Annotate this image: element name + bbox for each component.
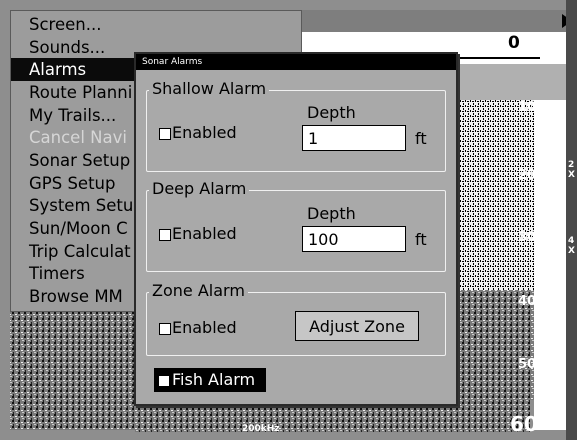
shallow-enabled-checkbox[interactable] bbox=[159, 128, 171, 140]
menu-item-route-planning[interactable]: Route Planni bbox=[29, 81, 132, 104]
zoom-2x-label: 2X bbox=[568, 160, 575, 180]
adjust-zone-button[interactable]: Adjust Zone bbox=[295, 311, 419, 341]
zone-enabled-checkbox[interactable] bbox=[159, 323, 171, 335]
shallow-depth-label: Depth bbox=[307, 103, 356, 122]
frequency-label: 200kHz bbox=[242, 424, 280, 434]
depth-label-40: 40 bbox=[518, 294, 537, 309]
menu-item-browse-mmc[interactable]: Browse MM bbox=[29, 285, 123, 308]
menu-item-sun-moon[interactable]: Sun/Moon C bbox=[29, 217, 128, 240]
zone-alarm-group: Zone Alarm Enabled Adjust Zone bbox=[146, 281, 446, 356]
deep-alarm-group: Deep Alarm Enabled Depth 100 ft bbox=[146, 179, 446, 272]
shallow-enabled-label: Enabled bbox=[172, 123, 237, 142]
depth-label-60: 60 bbox=[510, 412, 538, 436]
depth-label-20: 20 bbox=[518, 168, 537, 183]
shallow-alarm-group: Shallow Alarm Enabled Depth 1 ft bbox=[146, 79, 446, 172]
deep-depth-unit: ft bbox=[415, 230, 427, 249]
menu-item-system-setup[interactable]: System Setu bbox=[29, 194, 133, 217]
depth-top-label: 0 bbox=[508, 33, 520, 53]
menu-item-screen[interactable]: Screen... bbox=[29, 13, 101, 36]
menu-item-timers[interactable]: Timers bbox=[29, 262, 85, 285]
fish-alarm-label: Fish Alarm bbox=[172, 370, 256, 389]
depth-label-50: 50 bbox=[518, 357, 537, 372]
depth-label-10: 10 bbox=[518, 100, 537, 115]
fish-alarm-checkbox[interactable] bbox=[158, 375, 170, 387]
deep-depth-input[interactable]: 100 bbox=[302, 226, 406, 252]
menu-item-cancel-navigation: Cancel Navi bbox=[29, 128, 127, 147]
deep-enabled-checkbox[interactable] bbox=[159, 229, 171, 241]
fish-alarm-toggle[interactable]: Fish Alarm bbox=[154, 368, 266, 392]
zone-alarm-title: Zone Alarm bbox=[149, 281, 248, 301]
menu-item-sonar-setup[interactable]: Sonar Setup bbox=[29, 149, 130, 172]
depth-label-30: 30 bbox=[518, 230, 537, 245]
zoom-4x-label: 4X bbox=[568, 236, 575, 256]
deep-alarm-title: Deep Alarm bbox=[149, 179, 250, 199]
zone-enabled-label: Enabled bbox=[172, 318, 237, 337]
deep-depth-label: Depth bbox=[307, 204, 356, 223]
shallow-alarm-title: Shallow Alarm bbox=[149, 79, 270, 99]
dialog-title: Sonar Alarms bbox=[136, 54, 456, 70]
menu-item-trip-calculator[interactable]: Trip Calculat bbox=[29, 240, 131, 263]
shallow-depth-input[interactable]: 1 bbox=[302, 125, 406, 151]
shallow-depth-unit: ft bbox=[415, 129, 427, 148]
deep-enabled-label: Enabled bbox=[172, 224, 237, 243]
sonar-alarms-dialog: Sonar Alarms Shallow Alarm Enabled Depth… bbox=[134, 52, 458, 406]
menu-item-my-trails[interactable]: My Trails... bbox=[29, 104, 116, 127]
menu-item-sounds[interactable]: Sounds... bbox=[29, 36, 105, 59]
menu-item-gps-setup[interactable]: GPS Setup bbox=[29, 172, 115, 195]
